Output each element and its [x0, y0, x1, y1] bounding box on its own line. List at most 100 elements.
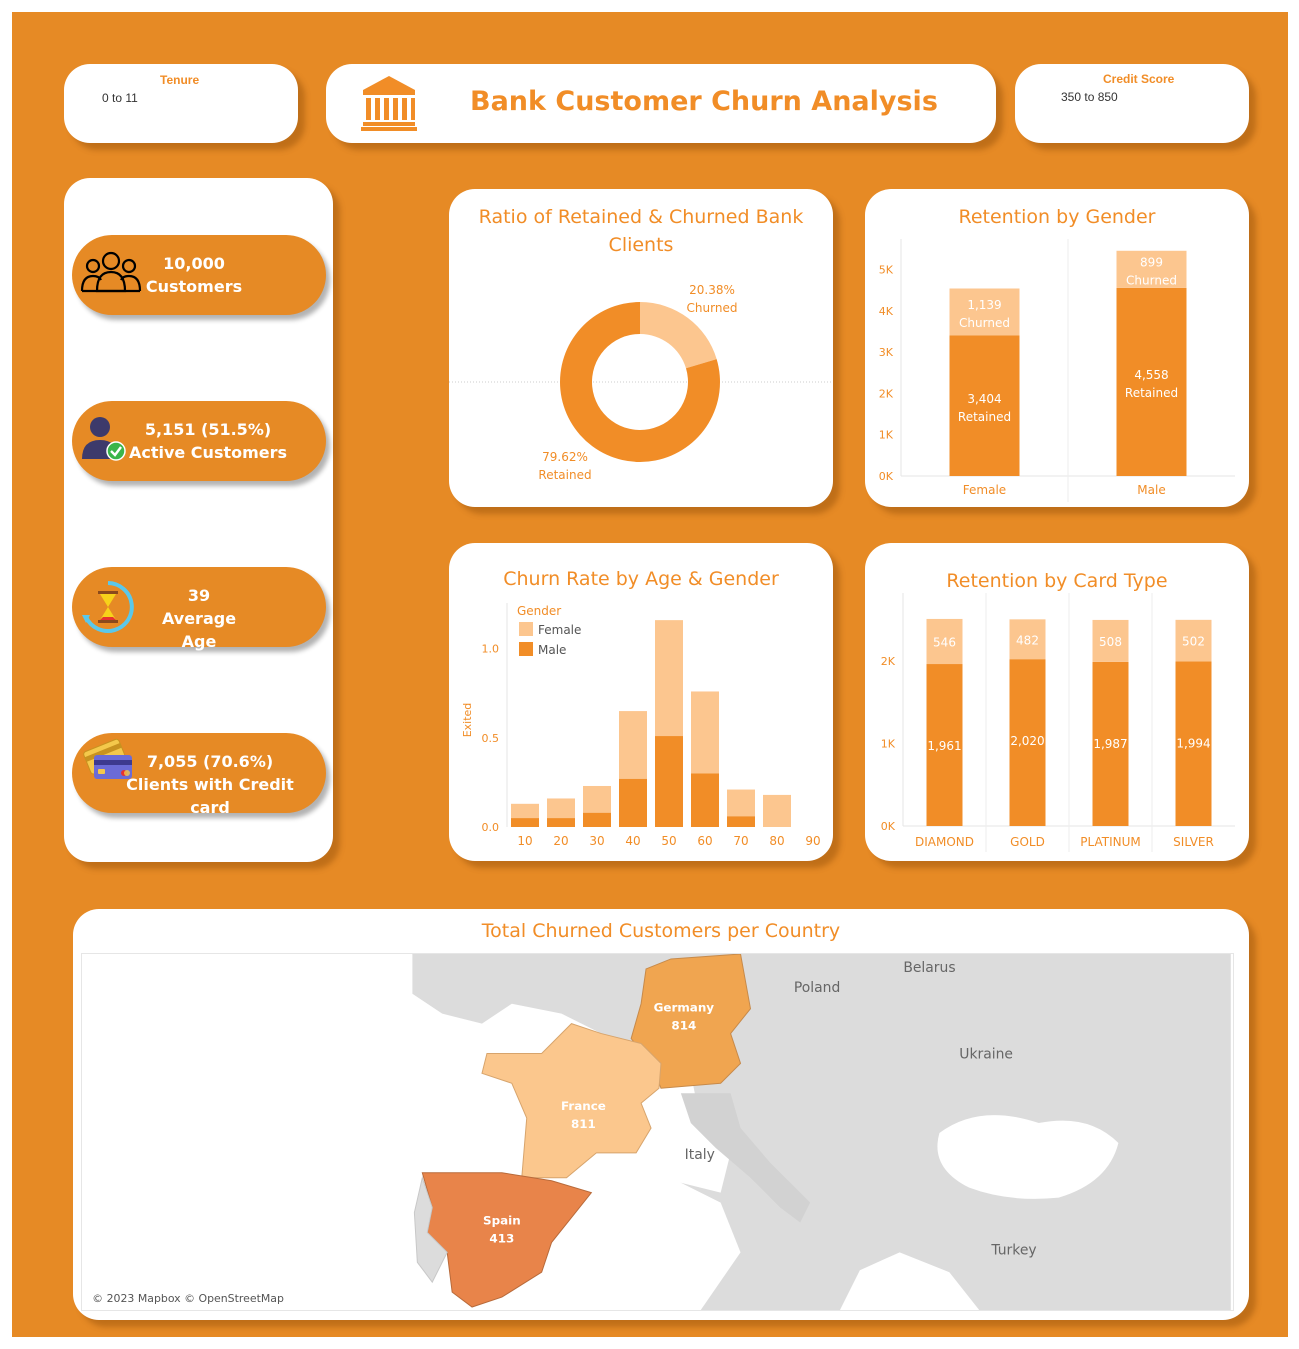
bar-male-70	[727, 816, 755, 827]
hourglass-icon	[82, 581, 134, 633]
bar-value-label: 508	[1099, 635, 1122, 649]
bar-male-50	[655, 736, 683, 827]
tenure-filter-value[interactable]: 0 to 11	[102, 91, 138, 105]
card-type-card: Retention by Card Type 0K 1K 2K 1,961 546 DIA…	[865, 543, 1249, 861]
map-label-italy: Italy	[685, 1147, 715, 1163]
ratio-chart-card: Ratio of Retained & Churned Bank Clients…	[449, 189, 833, 507]
x-tick-label: SILVER	[1173, 835, 1214, 849]
bar-female-20	[547, 798, 575, 819]
map-label-poland: Poland	[794, 980, 840, 996]
map-value-france: 811	[571, 1117, 596, 1131]
donut-label-churned-name: Churned	[687, 301, 738, 315]
y-tick-label: 2K	[879, 387, 894, 400]
page-title: Bank Customer Churn Analysis	[470, 86, 938, 117]
kpi-value: 7,055 (70.6%)	[146, 752, 274, 771]
x-tick-label: 20	[553, 834, 568, 848]
y-tick-label: 4K	[879, 305, 894, 318]
ratio-donut-chart: 20.38% Churned 79.62% Retained	[449, 283, 833, 482]
bar-female-70	[727, 789, 755, 817]
kpi-customers: 10,000 Customers	[72, 235, 326, 315]
x-tick-label: 50	[661, 834, 676, 848]
kpi-customers-text: 10,000 Customers	[142, 252, 246, 298]
bar-value-label: 1,987	[1093, 737, 1127, 751]
active-user-icon	[82, 417, 126, 461]
bar-female-50	[655, 620, 683, 737]
legend-label-female: Female	[538, 623, 581, 637]
bar-female-60	[691, 691, 719, 774]
y-tick-label: 1K	[879, 429, 894, 442]
bar-value-label: 1,994	[1176, 736, 1210, 750]
tenure-filter-label: Tenure	[160, 73, 200, 87]
kpi-label: Clients with Credit card	[126, 775, 294, 817]
donut-label-retained-name: Retained	[538, 468, 591, 482]
kpi-label: Average Age	[161, 609, 237, 651]
credit-score-filter[interactable]: Credit Score 350 to 850	[1015, 64, 1249, 143]
bar-male-60	[691, 773, 719, 827]
legend-label-male: Male	[538, 643, 566, 657]
map-value-germany: 814	[671, 1019, 696, 1033]
y-tick-label: 0.0	[482, 821, 500, 834]
bar-value-label: 3,404	[967, 392, 1001, 406]
bar-female-30	[583, 785, 611, 813]
x-tick-label: 70	[733, 834, 748, 848]
bar-male-40	[619, 778, 647, 827]
y-tick-label: 5K	[879, 264, 894, 277]
credit-score-filter-value[interactable]: 350 to 850	[1061, 90, 1118, 104]
kpi-active-customers: 5,151 (51.5%) Active Customers	[72, 401, 326, 481]
bar-series-label: Churned	[1126, 273, 1177, 287]
bar-value-label: 482	[1016, 633, 1039, 647]
legend-title: Gender	[517, 604, 561, 618]
bar-value-label: 546	[933, 635, 956, 649]
bar-series-label: Retained	[1125, 386, 1178, 400]
bar-value-label: 2,020	[1010, 734, 1044, 748]
gender-retention-card: Retention by Gender 0K 1K 2K 3K 4K 5K 3,404 Ret…	[865, 189, 1249, 507]
donut-label-retained-pct: 79.62%	[542, 450, 588, 464]
kpi-value: 10,000	[163, 254, 225, 273]
x-tick-label: 60	[697, 834, 712, 848]
bar-series-label: Churned	[959, 316, 1010, 330]
bar-series-label: Retained	[958, 410, 1011, 424]
tenure-filter[interactable]: Tenure 0 to 11	[64, 64, 298, 143]
bar-male-10	[511, 818, 539, 827]
y-tick-label: 3K	[879, 346, 894, 359]
kpi-age-text: 39 Average Age	[142, 584, 256, 653]
bar-value-label: 1,961	[927, 739, 961, 753]
age-churn-card: Churn Rate by Age & Gender 0.0 0.5 1.0 Exit…	[449, 543, 833, 861]
bar-value-label: 4,558	[1134, 368, 1168, 382]
bar-male-20	[547, 818, 575, 827]
map-attribution[interactable]: © 2023 Mapbox © OpenStreetMap	[92, 1292, 284, 1305]
bar-male-30	[583, 812, 611, 827]
y-tick-label: 1.0	[482, 643, 500, 656]
x-tick-label: 90	[805, 834, 820, 848]
x-tick-label: Female	[963, 483, 1006, 497]
kpi-active-text: 5,151 (51.5%) Active Customers	[128, 418, 288, 464]
y-tick-label: 0.5	[482, 732, 500, 745]
kpi-panel: 10,000 Customers 5,151 (51.5%) Active Cu…	[64, 178, 333, 862]
x-tick-label: PLATINUM	[1080, 835, 1140, 849]
y-tick-label: 1K	[881, 737, 896, 750]
y-tick-label: 2K	[881, 655, 896, 668]
map-label-spain: Spain	[483, 1213, 521, 1227]
gender-retention-chart: 0K 1K 2K 3K 4K 5K 3,404 Retained 1,139 Churned Fem…	[879, 239, 1235, 502]
map-value-spain: 413	[489, 1231, 514, 1245]
bar-value-label: 1,139	[967, 298, 1001, 312]
x-tick-label: 80	[769, 834, 784, 848]
x-tick-label: 40	[625, 834, 640, 848]
bar-female-80	[763, 794, 791, 827]
kpi-label: Customers	[145, 277, 243, 296]
legend-swatch-male	[519, 642, 533, 656]
kpi-label: Active Customers	[128, 443, 288, 462]
kpi-credit-card-text: 7,055 (70.6%) Clients with Credit card	[108, 750, 312, 819]
kpi-value: 39	[187, 586, 211, 605]
map-label-germany: Germany	[654, 1001, 715, 1015]
y-axis-title: Exited	[461, 703, 474, 738]
credit-score-filter-label: Credit Score	[1103, 72, 1175, 86]
bar-value-label: 502	[1182, 635, 1205, 649]
churn-map[interactable]: Germany 814 France 811 Spain 413 Belarus…	[81, 953, 1234, 1311]
bar-value-label: 899	[1140, 255, 1163, 269]
kpi-credit-card: 7,055 (70.6%) Clients with Credit card	[72, 733, 326, 817]
x-tick-label: 30	[589, 834, 604, 848]
x-tick-label: 10	[517, 834, 532, 848]
map-title: Total Churned Customers per Country	[481, 920, 841, 942]
map-card: Total Churned Customers per Country Germ…	[73, 909, 1249, 1320]
